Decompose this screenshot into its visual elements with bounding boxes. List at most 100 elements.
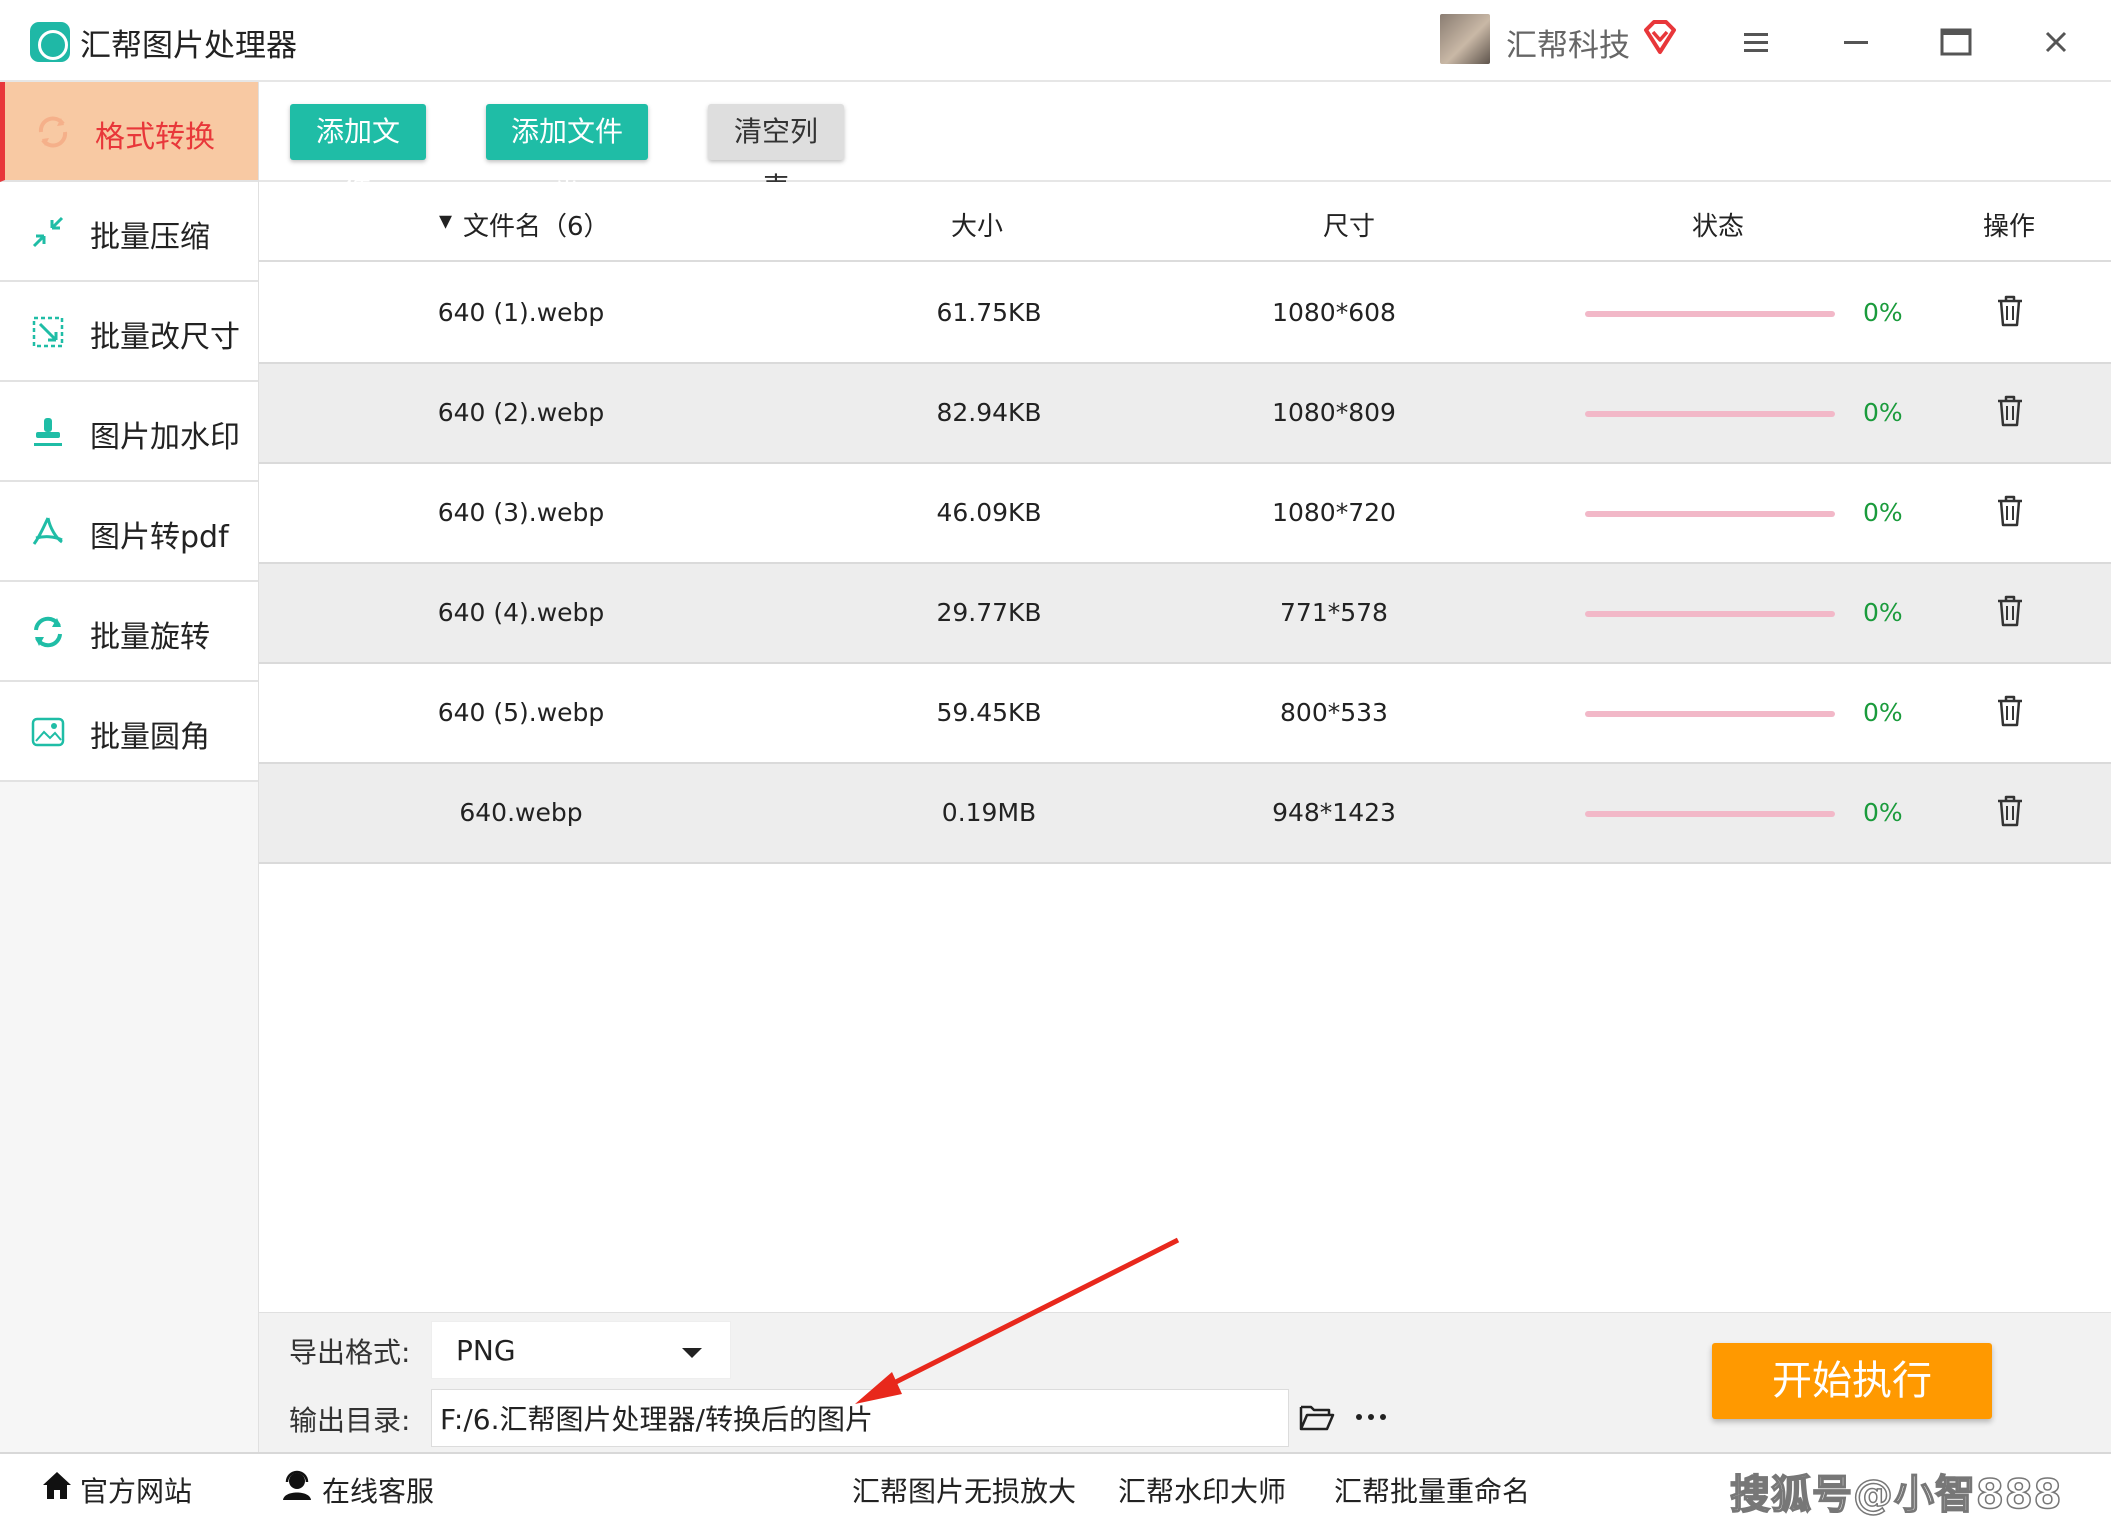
more-icon[interactable] xyxy=(1353,1401,1389,1433)
footer-link-rename[interactable]: 汇帮批量重命名 xyxy=(1334,1470,1530,1510)
header-filename[interactable]: 文件名（6） xyxy=(463,206,610,243)
title-bar: 汇帮图片处理器 汇帮科技 xyxy=(0,0,2111,82)
output-settings: 导出格式: PNG 输出目录: 开始执行 xyxy=(259,1312,2111,1452)
trash-icon[interactable] xyxy=(1995,394,2025,428)
table-row[interactable]: 640 (1).webp 61.75KB 1080*608 0% xyxy=(259,264,2111,364)
table-row[interactable]: 640 (3).webp 46.09KB 1080*720 0% xyxy=(259,464,2111,564)
file-name-cell: 640 (5).webp xyxy=(437,698,605,727)
sidebar-item-resize[interactable]: 批量改尺寸 xyxy=(0,282,258,382)
sidebar-item-label: 图片加水印 xyxy=(90,420,240,455)
progress-percent: 0% xyxy=(1863,698,1903,727)
avatar[interactable] xyxy=(1440,14,1490,64)
app-logo-icon xyxy=(30,22,70,62)
app-title: 汇帮图片处理器 xyxy=(80,28,297,64)
footer: 官方网站 在线客服 汇帮图片无损放大 汇帮水印大师 汇帮批量重命名 搜狐号@小智… xyxy=(0,1452,2111,1519)
source-watermark: 搜狐号@小智888 xyxy=(1729,1471,2063,1519)
file-name-cell: 640 (1).webp xyxy=(437,298,605,327)
file-name-cell: 640 (2).webp xyxy=(437,398,605,427)
table-row[interactable]: 640 (2).webp 82.94KB 1080*809 0% xyxy=(259,364,2111,464)
output-dir-label: 输出目录: xyxy=(289,1404,411,1437)
sidebar-item-compress[interactable]: 批量压缩 xyxy=(0,182,258,282)
rotate-icon xyxy=(34,616,62,648)
format-select[interactable]: PNG xyxy=(431,1321,731,1379)
table-row[interactable]: 640 (5).webp 59.45KB 800*533 0% xyxy=(259,664,2111,764)
table-row[interactable]: 640 (4).webp 29.77KB 771*578 0% xyxy=(259,564,2111,664)
round-corner-icon xyxy=(31,717,65,747)
start-button[interactable]: 开始执行 xyxy=(1712,1343,1992,1419)
pdf-icon xyxy=(32,517,63,545)
format-label: 导出格式: xyxy=(289,1336,411,1369)
progress-bar xyxy=(1585,411,1835,417)
sort-caret-icon[interactable]: ▾ xyxy=(439,206,452,236)
trash-icon[interactable] xyxy=(1995,594,2025,628)
file-size-cell: 46.09KB xyxy=(936,498,1042,527)
clear-list-button[interactable]: 清空列表 xyxy=(708,104,844,204)
file-size-cell: 61.75KB xyxy=(936,298,1042,327)
maximize-icon[interactable] xyxy=(1936,22,1976,62)
trash-icon[interactable] xyxy=(1995,794,2025,828)
vip-diamond-icon[interactable] xyxy=(1640,18,1680,58)
folder-open-icon[interactable] xyxy=(1299,1401,1335,1433)
sidebar-item-rotate[interactable]: 批量旋转 xyxy=(0,582,258,682)
file-dimensions-cell: 800*533 xyxy=(1280,698,1388,727)
trash-icon[interactable] xyxy=(1995,294,2025,328)
close-icon[interactable] xyxy=(2036,22,2076,62)
output-dir-input[interactable] xyxy=(431,1389,1289,1447)
toolbar: 添加文件 添加文件夹 清空列表 xyxy=(259,82,2111,204)
file-table: ▾ 文件名（6） 大小 尺寸 状态 操作 640 (1).webp 61.75KB… xyxy=(259,182,2111,1312)
sidebar-item-label: 批量压缩 xyxy=(90,220,210,255)
header-size: 大小 xyxy=(951,212,1004,242)
menu-icon[interactable] xyxy=(1736,22,1776,62)
progress-bar xyxy=(1585,511,1835,517)
minimize-icon[interactable] xyxy=(1836,22,1876,62)
sidebar-item-label: 图片转pdf xyxy=(90,520,229,555)
sidebar: 格式转换 批量压缩 批量改尺寸 图片加水印 图片转pdf 批量旋转 批量圆角 xyxy=(0,82,259,1452)
file-dimensions-cell: 1080*608 xyxy=(1272,298,1396,327)
sidebar-item-label: 批量圆角 xyxy=(90,720,210,755)
chevron-down-icon xyxy=(682,1348,702,1358)
compress-icon xyxy=(32,216,64,248)
header-status: 状态 xyxy=(1692,212,1745,242)
format-select-value: PNG xyxy=(456,1334,516,1367)
file-name-cell: 640.webp xyxy=(459,798,583,827)
customer-service-icon[interactable] xyxy=(280,1468,314,1502)
user-name[interactable]: 汇帮科技 xyxy=(1506,20,1630,65)
file-size-cell: 59.45KB xyxy=(936,698,1042,727)
sidebar-item-round-corner[interactable]: 批量圆角 xyxy=(0,682,258,782)
file-dimensions-cell: 1080*809 xyxy=(1272,398,1396,427)
file-name-cell: 640 (3).webp xyxy=(437,498,605,527)
sidebar-item-label: 批量改尺寸 xyxy=(90,320,240,355)
progress-percent: 0% xyxy=(1863,498,1903,527)
official-site-link[interactable]: 官方网站 xyxy=(80,1470,192,1510)
progress-bar xyxy=(1585,611,1835,617)
watermark-stamp-icon xyxy=(34,418,62,446)
progress-percent: 0% xyxy=(1863,798,1903,827)
trash-icon[interactable] xyxy=(1995,694,2025,728)
add-file-button[interactable]: 添加文件 xyxy=(290,104,426,204)
file-name-cell: 640 (4).webp xyxy=(437,598,605,627)
online-service-link[interactable]: 在线客服 xyxy=(322,1470,434,1510)
sidebar-item-label: 格式转换 xyxy=(95,120,215,155)
resize-icon xyxy=(32,316,64,348)
footer-link-upscale[interactable]: 汇帮图片无损放大 xyxy=(852,1470,1076,1510)
add-folder-button[interactable]: 添加文件夹 xyxy=(486,104,648,204)
table-row[interactable]: 640.webp 0.19MB 948*1423 0% xyxy=(259,764,2111,864)
home-icon[interactable] xyxy=(40,1468,74,1502)
progress-bar xyxy=(1585,811,1835,817)
file-size-cell: 82.94KB xyxy=(936,398,1042,427)
sidebar-item-pdf[interactable]: 图片转pdf xyxy=(0,482,258,582)
trash-icon[interactable] xyxy=(1995,494,2025,528)
sidebar-item-label: 批量旋转 xyxy=(90,620,210,655)
progress-percent: 0% xyxy=(1863,398,1903,427)
file-size-cell: 0.19MB xyxy=(941,798,1037,827)
progress-bar xyxy=(1585,711,1835,717)
file-dimensions-cell: 771*578 xyxy=(1280,598,1388,627)
progress-bar xyxy=(1585,311,1835,317)
header-action: 操作 xyxy=(1983,212,2036,242)
sidebar-item-watermark[interactable]: 图片加水印 xyxy=(0,382,258,482)
footer-link-watermark[interactable]: 汇帮水印大师 xyxy=(1118,1470,1286,1510)
sidebar-item-format-convert[interactable]: 格式转换 xyxy=(0,82,258,182)
file-dimensions-cell: 948*1423 xyxy=(1272,798,1396,827)
progress-percent: 0% xyxy=(1863,298,1903,327)
progress-percent: 0% xyxy=(1863,598,1903,627)
